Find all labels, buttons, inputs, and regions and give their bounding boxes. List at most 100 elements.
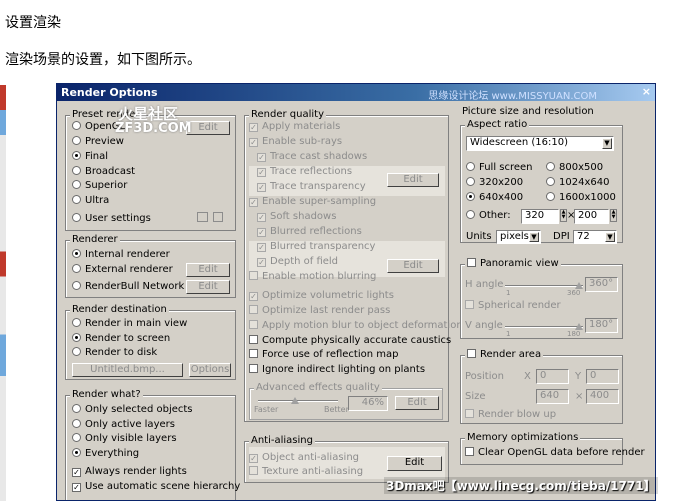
what-everything[interactable]: Everything bbox=[72, 448, 139, 460]
renderer-external[interactable]: External renderer bbox=[72, 264, 173, 276]
destination-options-button[interactable]: Options bbox=[189, 363, 231, 377]
checkbox-checked-icon: ✓ bbox=[257, 258, 266, 267]
save-icon[interactable] bbox=[213, 212, 223, 222]
chevron-down-icon[interactable]: ▼ bbox=[529, 232, 539, 242]
apply-materials[interactable]: ✓ Apply materials bbox=[249, 121, 340, 133]
what-active-layers[interactable]: Only active layers bbox=[72, 419, 175, 431]
enable-motion-blurring[interactable]: Enable motion blurring bbox=[249, 271, 376, 283]
antialias-edit-button[interactable]: Edit bbox=[387, 456, 442, 471]
advanced-edit-button[interactable]: Edit bbox=[395, 396, 439, 410]
size-1024x640[interactable]: 1024x640 bbox=[546, 177, 609, 189]
area-width-input[interactable]: 640 bbox=[536, 389, 569, 404]
soft-shadows[interactable]: ✓ Soft shadows bbox=[257, 211, 336, 223]
optimize-volumetric-lights[interactable]: ✓ Optimize volumetric lights bbox=[249, 290, 394, 302]
preset-superior[interactable]: Superior bbox=[72, 180, 127, 192]
close-icon[interactable]: × bbox=[642, 85, 651, 98]
area-height-input[interactable]: 400 bbox=[586, 389, 619, 404]
supersampling-edit-button[interactable]: Edit bbox=[387, 259, 439, 273]
radio-icon bbox=[546, 192, 555, 201]
h-angle-slider[interactable] bbox=[505, 285, 583, 287]
texture-anti-aliasing[interactable]: Texture anti-aliasing bbox=[249, 466, 363, 478]
spin-arrows-icon[interactable]: ▲ ▼ bbox=[560, 209, 567, 222]
clear-opengl-data[interactable]: Clear OpenGL data before render bbox=[465, 447, 645, 459]
trace-reflections[interactable]: ✓ Trace reflections bbox=[257, 166, 352, 178]
advanced-effects-value[interactable]: 46% bbox=[348, 396, 388, 411]
v-angle-value[interactable]: 180° bbox=[585, 318, 618, 333]
dest-main-view[interactable]: Render in main view bbox=[72, 318, 187, 330]
physically-accurate-caustics[interactable]: Compute physically accurate caustics bbox=[249, 335, 451, 347]
render-blow-up[interactable]: Render blow up bbox=[465, 409, 556, 421]
slider-thumb-icon[interactable] bbox=[575, 323, 583, 330]
external-renderer-edit-button[interactable]: Edit bbox=[186, 263, 230, 277]
preset-final[interactable]: Final bbox=[72, 151, 108, 163]
dpi-value: 72 bbox=[577, 231, 590, 242]
preset-user-settings[interactable]: User settings bbox=[72, 213, 151, 225]
preset-preview[interactable]: Preview bbox=[72, 136, 124, 148]
preset-broadcast[interactable]: Broadcast bbox=[72, 166, 135, 178]
size-1600x1000[interactable]: 1600x1000 bbox=[546, 192, 616, 204]
units-value: pixels bbox=[500, 231, 529, 242]
chevron-down-icon[interactable]: ▼ bbox=[602, 138, 612, 149]
folder-icon[interactable] bbox=[197, 212, 208, 222]
optimize-last-pass[interactable]: Optimize last render pass bbox=[249, 305, 390, 317]
depth-of-field[interactable]: ✓ Depth of field bbox=[257, 256, 338, 268]
size-320x200[interactable]: 320x200 bbox=[466, 177, 523, 189]
automatic-hierarchy[interactable]: ✓ Use automatic scene hierarchy bbox=[72, 481, 240, 493]
object-anti-aliasing[interactable]: ✓ Object anti-aliasing bbox=[249, 452, 359, 464]
size-800x500[interactable]: 800x500 bbox=[546, 162, 603, 174]
anti-aliasing-title: Anti-aliasing bbox=[249, 435, 315, 446]
trace-edit-button[interactable]: Edit bbox=[387, 173, 439, 187]
preset-ultra[interactable]: Ultra bbox=[72, 195, 109, 207]
always-render-lights[interactable]: ✓ Always render lights bbox=[72, 466, 187, 478]
radio-icon bbox=[72, 419, 81, 428]
enable-super-sampling[interactable]: ✓ Enable super-sampling bbox=[249, 196, 376, 208]
checkbox-icon bbox=[249, 305, 258, 314]
renderer-internal[interactable]: Internal renderer bbox=[72, 249, 170, 261]
what-selected[interactable]: Only selected objects bbox=[72, 404, 193, 416]
preset-edit-button[interactable]: Edit bbox=[186, 121, 230, 135]
dpi-select[interactable]: 72 ▼ bbox=[573, 230, 617, 244]
h-angle-value[interactable]: 360° bbox=[585, 277, 618, 292]
ignore-indirect-lighting-plants[interactable]: Ignore indirect lighting on plants bbox=[249, 364, 425, 376]
site-watermark-url: ZF3D.COM bbox=[115, 121, 192, 136]
units-select[interactable]: pixels ▼ bbox=[496, 230, 541, 244]
checkbox-icon bbox=[467, 258, 476, 267]
title-watermark: 思缘设计论坛 www.MISSYUAN.COM bbox=[428, 91, 597, 102]
what-visible-layers[interactable]: Only visible layers bbox=[72, 433, 177, 445]
spherical-render[interactable]: Spherical render bbox=[465, 300, 561, 312]
blurred-reflections[interactable]: ✓ Blurred reflections bbox=[257, 226, 362, 238]
motion-blur-deformation[interactable]: Apply motion blur to object deformation bbox=[249, 320, 463, 332]
size-other[interactable]: Other: bbox=[466, 210, 511, 222]
dest-screen[interactable]: Render to screen bbox=[72, 333, 170, 345]
force-reflection-map[interactable]: Force use of reflection map bbox=[249, 349, 398, 361]
aspect-ratio-select[interactable]: Widescreen (16:10) ▼ bbox=[466, 136, 614, 151]
other-height-input[interactable]: 200 bbox=[574, 209, 609, 224]
enable-sub-rays[interactable]: ✓ Enable sub-rays bbox=[249, 136, 342, 148]
renderbull-edit-button[interactable]: Edit bbox=[186, 280, 230, 294]
panoramic-view-title[interactable]: Panoramic view bbox=[465, 258, 561, 269]
radio-selected-icon bbox=[72, 151, 81, 160]
h-angle-label: H angle bbox=[465, 279, 504, 290]
radio-icon bbox=[72, 180, 81, 189]
slider-thumb-icon[interactable] bbox=[575, 282, 583, 289]
spin-arrows-icon[interactable]: ▲ ▼ bbox=[610, 209, 617, 222]
area-y-input[interactable]: 0 bbox=[586, 369, 619, 384]
other-width-input[interactable]: 320 bbox=[521, 209, 559, 224]
slider-thumb-icon[interactable] bbox=[290, 397, 299, 404]
render-quality-group: Render quality ✓ Apply materials ✓ Enable … bbox=[244, 109, 463, 422]
page-heading: 设置渲染 bbox=[5, 15, 61, 31]
checkbox-checked-icon: ✓ bbox=[249, 123, 258, 132]
size-full-screen[interactable]: Full screen bbox=[466, 162, 533, 174]
render-area-title[interactable]: Render area bbox=[465, 349, 544, 360]
file-name-button[interactable]: Untitled.bmp... bbox=[72, 363, 183, 377]
renderer-renderbull[interactable]: RenderBull Network bbox=[72, 281, 184, 293]
area-x-input[interactable]: 0 bbox=[536, 369, 569, 384]
blurred-transparency[interactable]: ✓ Blurred transparency bbox=[257, 241, 375, 253]
size-640x400[interactable]: 640x400 bbox=[466, 192, 523, 204]
dest-disk[interactable]: Render to disk bbox=[72, 347, 157, 359]
trace-cast-shadows[interactable]: ✓ Trace cast shadows bbox=[257, 151, 367, 163]
v-angle-slider[interactable] bbox=[505, 326, 583, 328]
trace-transparency[interactable]: ✓ Trace transparency bbox=[257, 181, 366, 193]
chevron-down-icon[interactable]: ▼ bbox=[605, 232, 615, 242]
checkbox-checked-icon: ✓ bbox=[249, 454, 258, 463]
